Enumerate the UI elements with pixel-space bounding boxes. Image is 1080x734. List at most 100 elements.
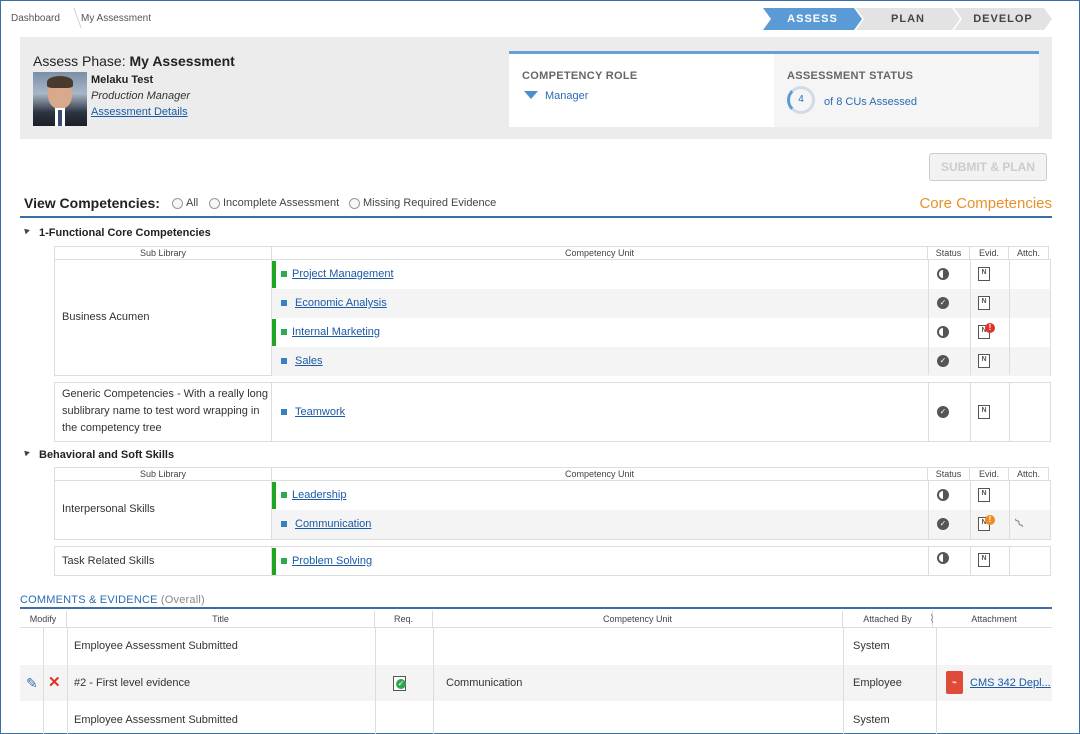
breadcrumb-current: My Assessment <box>81 13 152 24</box>
col-competency-unit: Competency Unit <box>272 247 928 259</box>
top-bar: Dashboard My Assessment ASSESS PLAN DEVE… <box>2 2 1080 34</box>
competency-row: Problem Solving N <box>272 547 1050 576</box>
unit-square-icon <box>281 300 287 306</box>
column-divider <box>1009 383 1010 441</box>
unit-square-icon <box>281 492 287 498</box>
col-attachment: Attachment <box>971 614 1017 624</box>
col-status: Status <box>928 247 970 259</box>
competency-link[interactable]: Communication <box>295 518 371 530</box>
column-divider <box>928 260 929 375</box>
assessment-status-label: ASSESSMENT STATUS <box>787 70 914 82</box>
sublibrary-name: Interpersonal Skills <box>62 503 155 515</box>
unit-square-icon <box>281 409 287 415</box>
phase-plan[interactable]: PLAN <box>856 8 960 30</box>
filter-all-radio[interactable]: All <box>172 197 198 209</box>
person-name: Melaku Test <box>91 74 154 86</box>
comments-table: Modify Title Req. Competency Unit Attach… <box>20 611 1052 734</box>
competency-link[interactable]: Internal Marketing <box>292 326 380 338</box>
competency-link[interactable]: Problem Solving <box>292 555 372 567</box>
col-competency-unit: Competency Unit <box>272 468 928 480</box>
sublibrary-cell: Task Related Skills <box>55 547 272 575</box>
title-name: My Assessment <box>129 53 235 69</box>
avatar <box>33 72 87 126</box>
unit-square-icon <box>281 271 287 277</box>
collapse-triangle-icon[interactable] <box>22 448 30 457</box>
comment-title: #2 - First level evidence <box>74 677 191 689</box>
complete-status-icon: ✓ <box>937 406 949 418</box>
competency-role-label: COMPETENCY ROLE <box>522 70 638 82</box>
phase-develop[interactable]: DEVELOP <box>954 8 1052 30</box>
required-bar <box>272 319 276 346</box>
evidence-icon[interactable]: N <box>978 267 990 281</box>
sublibrary-block: Task Related Skills Problem Solving N <box>54 546 1051 576</box>
col-evidence: Evid. <box>970 247 1009 259</box>
evidence-missing-icon[interactable]: N! <box>978 323 995 339</box>
group-title: Behavioral and Soft Skills <box>39 449 175 461</box>
col-title: Title <box>67 611 375 627</box>
phase-assess[interactable]: ASSESS <box>763 8 862 30</box>
required-bar <box>272 548 276 575</box>
column-divider <box>67 628 68 734</box>
caret-down-icon[interactable] <box>524 91 538 99</box>
sublibrary-block: Business Acumen Project Management N Eco… <box>54 259 1051 376</box>
column-divider <box>843 628 844 734</box>
column-divider <box>928 547 929 575</box>
sublibrary-cell: Interpersonal Skills <box>55 481 272 539</box>
competency-link[interactable]: Economic Analysis <box>295 297 387 309</box>
col-status: Status <box>928 468 970 480</box>
complete-status-icon: ✓ <box>937 518 949 530</box>
delete-icon[interactable]: ✕ <box>48 675 61 690</box>
column-divider <box>970 547 971 575</box>
sublibrary-cell: Generic Competencies - With a really lon… <box>55 383 272 441</box>
competency-link[interactable]: Leadership <box>292 489 346 501</box>
column-divider <box>970 481 971 539</box>
attachment-link[interactable]: CMS 342 Depl... <box>970 665 1051 702</box>
partial-status-icon <box>937 326 949 338</box>
partial-status-icon <box>937 268 949 280</box>
required-evidence-icon: ✓ <box>393 676 406 691</box>
filter-missing-evidence-radio[interactable]: Missing Required Evidence <box>349 197 496 209</box>
evidence-icon[interactable]: N <box>978 296 990 310</box>
evidence-icon[interactable]: N <box>978 405 990 419</box>
col-attachment: Attch. <box>1016 248 1040 258</box>
column-divider <box>928 383 929 441</box>
sublibrary-block: Generic Competencies - With a really lon… <box>54 382 1051 442</box>
comments-title-text: COMMENTS & EVIDENCE <box>20 594 158 606</box>
table-row: ✎ ✕ #2 - First level evidence ✓ Communic… <box>20 665 1052 702</box>
evidence-icon[interactable]: N <box>978 354 990 368</box>
required-bar <box>272 482 276 509</box>
competency-link[interactable]: Project Management <box>292 268 394 280</box>
column-divider <box>375 628 376 734</box>
assessment-status-text[interactable]: of 8 CUs Assessed <box>824 96 917 108</box>
assessment-status-card: ASSESSMENT STATUS 4 of 8 CUs Assessed <box>774 51 1039 127</box>
col-attached-by: Attached By <box>843 611 933 627</box>
col-sub-library: Sub Library <box>55 247 272 259</box>
table-header: Sub Library Competency Unit Status Evid.… <box>54 246 1049 260</box>
comment-title: Employee Assessment Submitted <box>74 640 238 652</box>
evidence-icon[interactable]: N <box>978 488 990 502</box>
comment-unit: Communication <box>446 677 523 689</box>
complete-status-icon: ✓ <box>937 355 949 367</box>
column-divider <box>433 628 434 734</box>
competency-link[interactable]: Teamwork <box>295 406 345 418</box>
competency-row: Internal Marketing N! <box>272 318 1050 347</box>
assessment-details-link[interactable]: Assessment Details <box>91 106 188 118</box>
pdf-file-icon: ⌁ <box>946 671 963 694</box>
competency-role-value[interactable]: Manager <box>545 90 588 102</box>
column-divider <box>1009 547 1010 575</box>
competency-row: Project Management N <box>272 260 1050 289</box>
edit-pencil-icon[interactable]: ✎ <box>26 676 40 690</box>
partial-status-icon <box>937 552 949 564</box>
paperclip-icon[interactable]: ⌇ <box>1011 515 1027 532</box>
column-divider <box>928 481 929 539</box>
title-prefix: Assess Phase: <box>33 53 126 69</box>
col-sub-library: Sub Library <box>55 468 272 480</box>
submit-plan-button[interactable]: SUBMIT & PLAN <box>929 153 1047 181</box>
filter-incomplete-radio[interactable]: Incomplete Assessment <box>209 197 339 209</box>
competency-link[interactable]: Sales <box>295 355 323 367</box>
evidence-icon[interactable]: N <box>978 553 990 567</box>
breadcrumb-dashboard[interactable]: Dashboard <box>11 13 60 24</box>
collapse-triangle-icon[interactable] <box>22 226 30 235</box>
col-req: Req. <box>375 611 433 627</box>
evidence-pending-icon[interactable]: N! <box>978 515 995 531</box>
